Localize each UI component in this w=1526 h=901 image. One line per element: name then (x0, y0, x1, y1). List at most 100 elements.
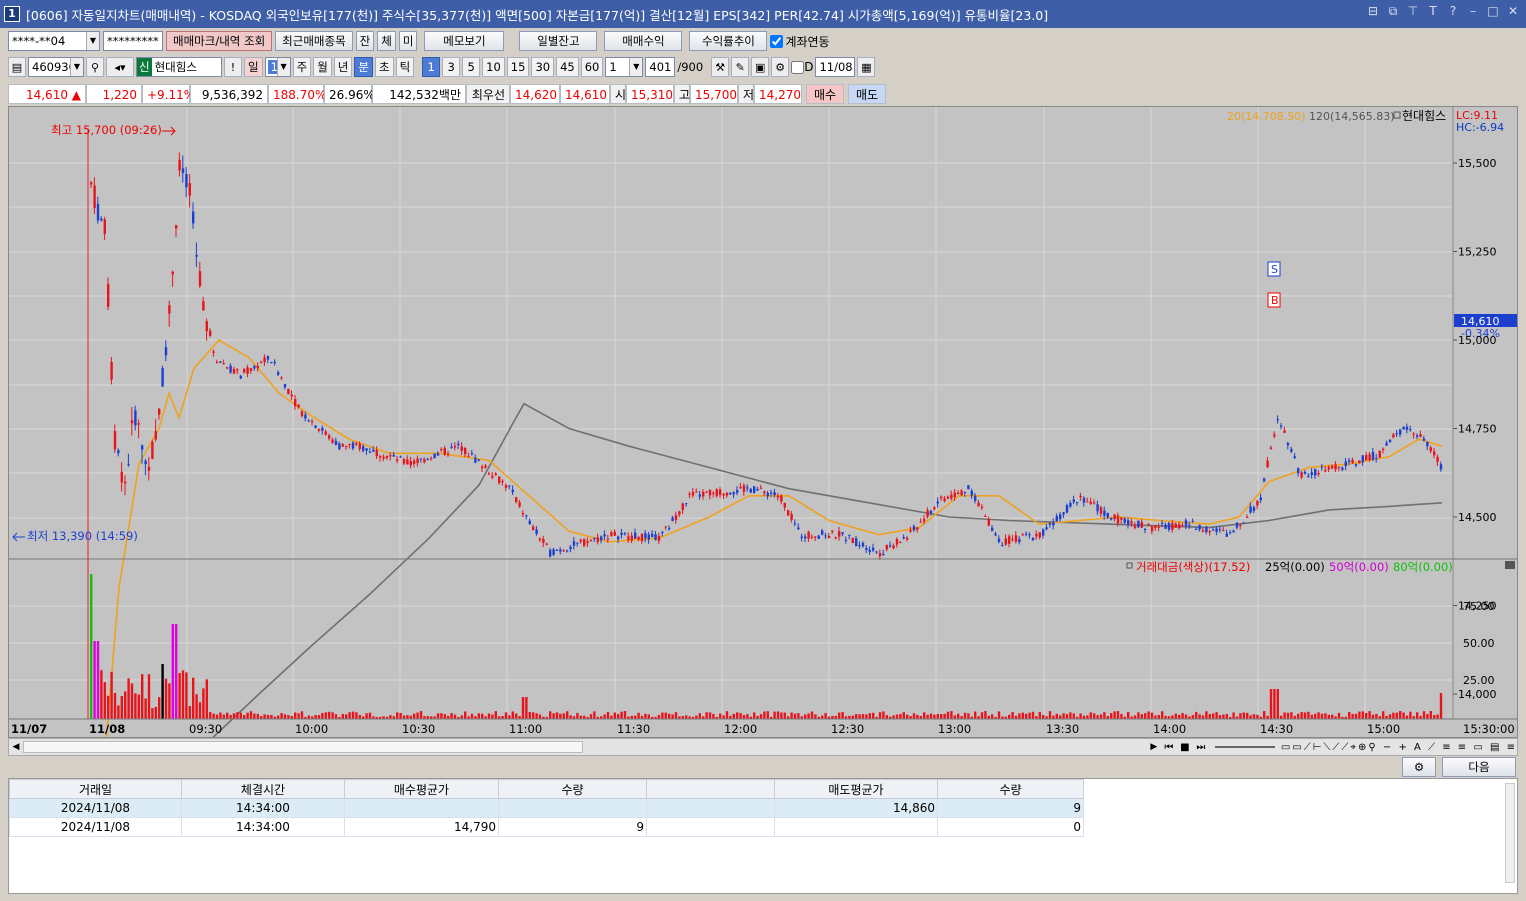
period-week[interactable]: 주 (292, 57, 312, 77)
candle-body (1171, 523, 1174, 530)
quote-price: 14,610 ▲ (8, 84, 86, 104)
next-button[interactable]: 다음 (1442, 757, 1516, 777)
interval-60[interactable]: 60 (580, 57, 604, 77)
period-second[interactable]: 초 (374, 57, 394, 77)
interval-5[interactable]: 5 (462, 57, 481, 77)
col-exec-time[interactable]: 체결시간 (181, 779, 345, 799)
settings-icon[interactable]: ⚙ (1402, 757, 1436, 777)
code-input[interactable]: 460930 ▼ (28, 57, 84, 77)
volume-bar (1242, 712, 1245, 719)
forward-icon[interactable]: ⏭ (1193, 742, 1209, 753)
volume-bar (861, 714, 865, 719)
buy-button[interactable]: 매수 (806, 84, 844, 104)
filled-button[interactable]: 체 (377, 31, 396, 51)
volume-bar (576, 712, 579, 719)
sell-mark[interactable]: S (1267, 261, 1281, 277)
interval-15[interactable]: 15 (506, 57, 530, 77)
profit-trend-button[interactable]: 수익률추이 (689, 31, 768, 51)
interval-45[interactable]: 45 (556, 57, 579, 77)
text-icon[interactable]: T (1426, 4, 1440, 20)
layout-icon[interactable]: ▤ (8, 57, 26, 77)
zoom-slider[interactable] (1214, 746, 1275, 748)
col-buy-avg[interactable]: 매수평균가 (344, 779, 499, 799)
search-icon[interactable]: ⚲ (86, 57, 104, 77)
interval-3[interactable]: 3 (442, 57, 461, 77)
gear-icon[interactable]: ⚙ (771, 57, 790, 77)
chevron-down-icon[interactable]: ▼ (86, 32, 99, 50)
password-field[interactable]: ********* (103, 31, 163, 51)
speaker-icon[interactable]: ◂▾ (106, 57, 134, 77)
candle-body (1065, 505, 1069, 513)
table-scrollbar[interactable] (1505, 783, 1515, 883)
scroll-thumb[interactable] (23, 741, 583, 753)
period-month[interactable]: 월 (313, 57, 332, 77)
table-row[interactable]: 2024/11/08 14:34:00 14,860 9 (9, 798, 1084, 818)
candle-body (559, 549, 562, 552)
account-select[interactable]: ****-**04 ▼ (8, 31, 100, 51)
balance-button[interactable]: 잔 (355, 31, 375, 51)
chart-panel[interactable]: 20(14,708.50) 120(14,565.83) 현대힘스 LC:9.1… (8, 106, 1518, 738)
d-check[interactable] (791, 60, 805, 74)
d-checkbox[interactable]: D (791, 60, 813, 74)
volume-bar (450, 713, 453, 719)
date-field[interactable]: 11/08 (815, 57, 856, 77)
col-blank[interactable] (646, 779, 775, 799)
marks-query-button[interactable]: 매매마크/내역 조회 (166, 31, 273, 51)
stop-icon[interactable]: ■ (1177, 742, 1193, 753)
interval-10[interactable]: 10 (482, 57, 505, 77)
save-icon[interactable]: ▣ (751, 57, 770, 77)
col-sell-qty[interactable]: 수량 (937, 779, 1084, 799)
calendar-icon[interactable]: ▦ (857, 57, 876, 77)
drawing-tools-icon[interactable]: ▭▭⟋⊢⟍⟋⟋⌖⊕⚲ − + A ⟋ ≡ ≡ ▭ ▤ ≡ (1281, 742, 1517, 753)
close-pane-icon[interactable] (1505, 561, 1515, 569)
draw-tool-icon[interactable]: ✎ (731, 57, 750, 77)
buy-mark[interactable]: B (1267, 292, 1281, 308)
period-year[interactable]: 년 (333, 57, 353, 77)
recent-trades-button[interactable]: 최근매매종목 (275, 31, 353, 51)
interval-select[interactable]: 1 ▼ (605, 57, 644, 77)
candle-body (596, 537, 599, 542)
interval-1[interactable]: 1 (422, 57, 441, 77)
col-buy-qty[interactable]: 수량 (498, 779, 647, 799)
chart-scrollbar[interactable]: ◀ ▶ ⏮ ■ ⏭ ▭▭⟋⊢⟍⟋⟋⌖⊕⚲ − + A ⟋ ≡ ≡ ▭ ▤ ≡ (8, 738, 1518, 756)
period-tick[interactable]: 틱 (395, 57, 415, 77)
trade-profit-button[interactable]: 매매수익 (604, 31, 683, 51)
cell-sell-qty: 9 (937, 798, 1084, 818)
close-icon[interactable]: ✕ (1506, 4, 1520, 20)
chevron-down-icon[interactable]: ▼ (276, 58, 290, 76)
account-link-check[interactable] (770, 34, 784, 48)
table-row[interactable]: 2024/11/08 14:34:00 14,790 9 0 (9, 817, 1084, 837)
candlestick-chart[interactable]: 20(14,708.50) 120(14,565.83) 현대힘스 LC:9.1… (9, 107, 1517, 737)
interval-30[interactable]: 30 (531, 57, 555, 77)
scroll-left-icon[interactable]: ◀ (9, 742, 23, 752)
chevron-down-icon[interactable]: ▼ (629, 58, 643, 76)
account-link-checkbox[interactable]: 계좌연동 (770, 33, 830, 50)
daily-balance-button[interactable]: 일별잔고 (519, 31, 598, 51)
candle-body (940, 496, 943, 499)
memo-button[interactable]: 메모보기 (424, 31, 505, 51)
volume-bar (746, 714, 749, 719)
count-input[interactable]: 401 (645, 57, 676, 77)
pin-icon[interactable]: ⊤ (1406, 4, 1420, 20)
col-trade-date[interactable]: 거래일 (9, 779, 182, 799)
day-count-select[interactable]: 1 ▼ (264, 57, 291, 77)
maximize-icon[interactable]: □ (1486, 4, 1500, 20)
indicator-icon[interactable]: ⚒ (711, 57, 730, 77)
rewind-icon[interactable]: ⏮ (1161, 742, 1177, 753)
volume-bar (1052, 715, 1055, 719)
restore-split-icon[interactable]: ⧉ (1386, 4, 1400, 20)
alert-button[interactable]: ! (224, 57, 242, 77)
help-icon[interactable]: ? (1446, 4, 1460, 20)
period-day[interactable]: 일 (244, 57, 263, 77)
minimize-icon[interactable]: – (1466, 4, 1480, 20)
chevron-down-icon[interactable]: ▼ (70, 58, 83, 76)
unfilled-button[interactable]: 미 (398, 31, 418, 51)
col-sell-avg[interactable]: 매도평균가 (774, 779, 938, 799)
sell-button[interactable]: 매도 (848, 84, 886, 104)
candle-body (1365, 454, 1368, 461)
candle-body (1293, 456, 1296, 458)
stock-name-field[interactable]: 신 현대힘스 (136, 57, 222, 77)
period-minute[interactable]: 분 (354, 57, 373, 77)
link-icon[interactable]: ⊟ (1366, 4, 1380, 20)
scroll-right-icon[interactable]: ▶ (1147, 742, 1161, 752)
